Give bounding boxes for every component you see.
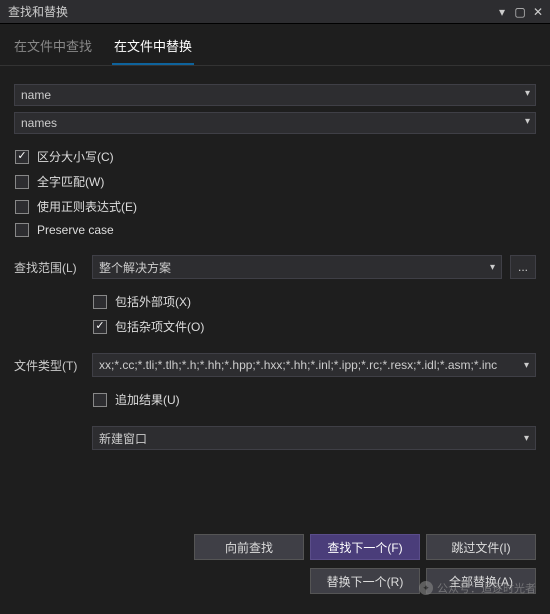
filetype-value: xx;*.cc;*.tli;*.tlh;*.h;*.hh;*.hpp;*.hxx… xyxy=(99,358,497,372)
title-bar: 查找和替换 ▾ ▢ ✕ xyxy=(0,0,550,24)
tab-bar: 在文件中查找 在文件中替换 xyxy=(0,24,550,66)
dropdown-icon[interactable]: ▾ xyxy=(494,4,510,20)
chevron-down-icon: ▾ xyxy=(524,433,529,444)
tab-find-in-files[interactable]: 在文件中查找 xyxy=(12,30,94,65)
include-external-checkbox[interactable] xyxy=(93,295,107,309)
window-controls: ▾ ▢ ✕ xyxy=(494,4,546,20)
append-results-label[interactable]: 追加结果(U) xyxy=(115,391,180,408)
regex-checkbox[interactable] xyxy=(15,200,29,214)
chevron-down-icon: ▾ xyxy=(490,262,495,273)
scope-select[interactable]: 整个解决方案 ▾ xyxy=(92,255,502,279)
preserve-case-label[interactable]: Preserve case xyxy=(37,223,114,237)
filetype-select[interactable]: xx;*.cc;*.tli;*.tlh;*.h;*.hh;*.hpp;*.hxx… xyxy=(92,353,536,377)
chevron-down-icon: ▾ xyxy=(524,360,529,371)
include-misc-label[interactable]: 包括杂项文件(O) xyxy=(115,318,204,335)
tab-replace-in-files[interactable]: 在文件中替换 xyxy=(112,30,194,65)
skip-file-button[interactable]: 跳过文件(I) xyxy=(426,534,536,560)
scope-label: 查找范围(L) xyxy=(14,259,84,276)
replace-next-button[interactable]: 替换下一个(R) xyxy=(310,568,420,594)
maximize-icon[interactable]: ▢ xyxy=(512,4,528,20)
filetype-label: 文件类型(T) xyxy=(14,357,84,374)
replace-input[interactable] xyxy=(14,112,536,134)
scope-value: 整个解决方案 xyxy=(99,259,171,276)
include-external-label[interactable]: 包括外部项(X) xyxy=(115,293,191,310)
browse-button[interactable]: ... xyxy=(510,255,536,279)
form-content: ▾ ▾ 区分大小写(C) 全字匹配(W) 使用正则表达式(E) Preserve… xyxy=(0,66,550,470)
regex-label[interactable]: 使用正则表达式(E) xyxy=(37,198,137,215)
find-next-button[interactable]: 查找下一个(F) xyxy=(310,534,420,560)
find-input[interactable] xyxy=(14,84,536,106)
results-window-select[interactable]: 新建窗口 ▾ xyxy=(92,426,536,450)
results-window-value: 新建窗口 xyxy=(99,430,147,447)
preserve-case-checkbox[interactable] xyxy=(15,223,29,237)
include-misc-checkbox[interactable] xyxy=(93,320,107,334)
append-results-checkbox[interactable] xyxy=(93,393,107,407)
whole-word-label[interactable]: 全字匹配(W) xyxy=(37,173,104,190)
close-icon[interactable]: ✕ xyxy=(530,4,546,20)
replace-all-button[interactable]: 全部替换(A) xyxy=(426,568,536,594)
find-prev-button[interactable]: 向前查找 xyxy=(194,534,304,560)
whole-word-checkbox[interactable] xyxy=(15,175,29,189)
match-case-checkbox[interactable] xyxy=(15,150,29,164)
button-area: 向前查找 查找下一个(F) 跳过文件(I) 替换下一个(R) 全部替换(A) xyxy=(194,534,536,594)
window-title: 查找和替换 xyxy=(8,3,68,20)
match-case-label[interactable]: 区分大小写(C) xyxy=(37,148,114,165)
